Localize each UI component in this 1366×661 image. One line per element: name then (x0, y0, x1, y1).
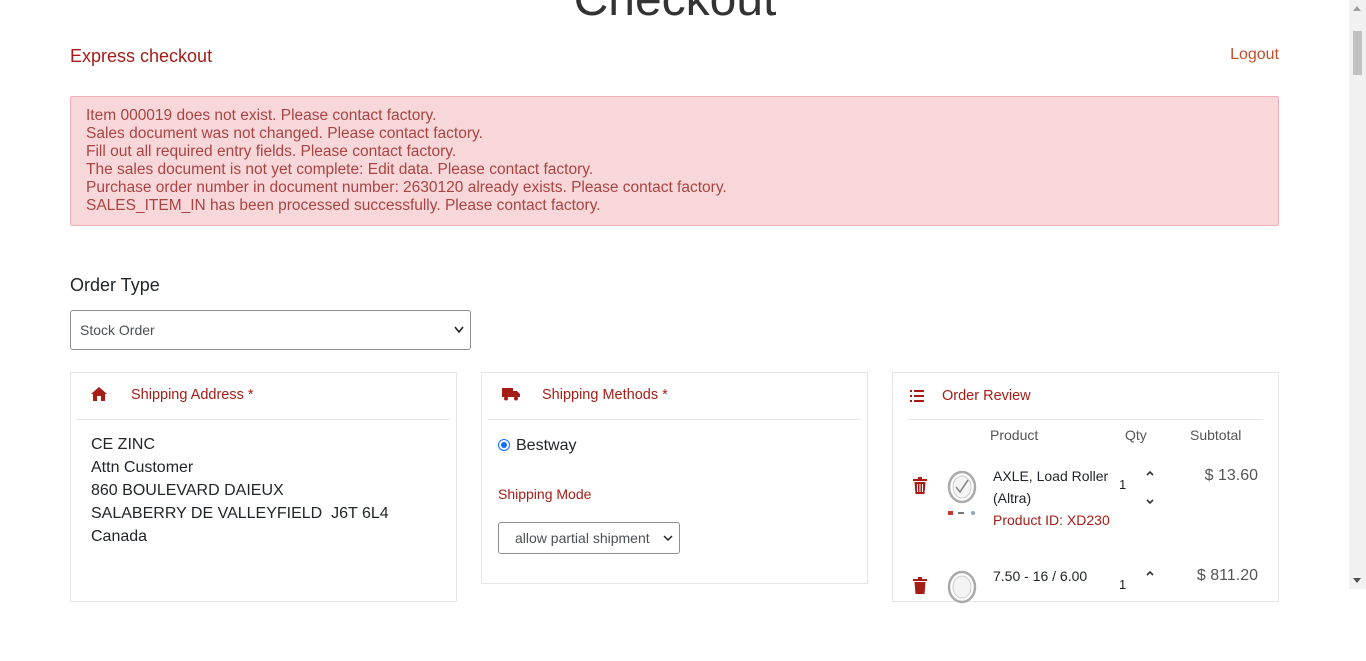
product-thumbnail (946, 567, 980, 611)
alert-message: Purchase order number in document number… (86, 179, 727, 196)
order-type-label: Order Type (70, 275, 160, 295)
alert-message: Fill out all required entry fields. Plea… (86, 143, 457, 160)
product-id: Product ID: XD230 (993, 512, 1110, 528)
address-line: SALABERRY DE VALLEYFIELD J6T 6L4 (91, 505, 389, 522)
card-header: Order Review (908, 373, 1263, 420)
alert-message: The sales document is not yet complete: … (86, 161, 594, 178)
express-checkout-heading: Express checkout (70, 46, 213, 66)
chevron-up-icon[interactable] (1145, 463, 1155, 491)
shipping-mode-select[interactable]: allow partial shipment (498, 522, 680, 554)
qty-value[interactable]: 1 (1119, 477, 1126, 492)
page-title: Checkout (0, 0, 1350, 24)
address-line: CE ZINC (91, 436, 155, 453)
trash-icon[interactable] (913, 477, 927, 499)
qty-stepper[interactable] (1145, 463, 1155, 519)
shipping-address-text: CE ZINC Attn Customer 860 BOULEVARD DAIE… (91, 433, 389, 548)
chevron-down-icon (663, 523, 673, 565)
scroll-up-arrow[interactable] (1353, 6, 1361, 11)
chevron-down-icon (454, 311, 464, 364)
column-header-qty: Qty (1125, 427, 1147, 443)
scroll-thumb[interactable] (1353, 31, 1362, 75)
shipping-methods-card: Shipping Methods * Bestway Shipping Mode… (481, 372, 868, 584)
logout-link[interactable]: Logout (1230, 46, 1279, 64)
list-item: AXLE, Load Roller (Altra) Product ID: XD… (893, 461, 1278, 561)
shipping-methods-title: Shipping Methods * (542, 387, 668, 403)
qty-stepper[interactable] (1145, 563, 1155, 591)
alert-message: SALES_ITEM_IN has been processed success… (86, 197, 601, 214)
product-thumbnail (946, 467, 980, 515)
home-icon (91, 387, 107, 406)
vertical-scrollbar[interactable] (1349, 0, 1366, 589)
order-review-title: Order Review (942, 388, 1031, 404)
order-review-card: Order Review Product Qty Subtotal AXLE, … (892, 372, 1279, 604)
card-header: Shipping Methods * (488, 373, 861, 420)
alert-message: Item 000019 does not exist. Please conta… (86, 107, 437, 124)
truck-icon (502, 387, 520, 406)
radio-button[interactable] (498, 439, 510, 451)
column-header-subtotal: Subtotal (1190, 427, 1242, 443)
scroll-down-arrow[interactable] (1353, 578, 1361, 583)
chevron-down-icon[interactable] (1145, 491, 1155, 519)
shipping-option-bestway[interactable]: Bestway (498, 437, 576, 455)
product-name[interactable]: AXLE, Load Roller (Altra) (993, 465, 1113, 509)
shipping-option-label: Bestway (516, 437, 577, 454)
qty-value[interactable]: 1 (1119, 577, 1126, 592)
alert-message: Sales document was not changed. Please c… (86, 125, 483, 142)
list-item: 7.50 - 16 / 6.00 1 $ 811.20 (893, 561, 1278, 661)
item-subtotal: $ 811.20 (1196, 567, 1258, 584)
shipping-address-title: Shipping Address * (131, 387, 254, 403)
order-type-selected-value: Stock Order (80, 322, 155, 338)
trash-icon[interactable] (913, 577, 927, 599)
address-line: 860 BOULEVARD DAIEUX (91, 482, 284, 499)
error-alert: Item 000019 does not exist. Please conta… (70, 96, 1279, 226)
shipping-address-card: Shipping Address * CE ZINC Attn Customer… (70, 372, 457, 602)
column-header-product: Product (990, 427, 1039, 443)
card-header: Shipping Address * (77, 373, 450, 420)
product-name[interactable]: 7.50 - 16 / 6.00 (993, 565, 1113, 587)
chevron-up-icon[interactable] (1145, 563, 1155, 591)
address-line: Canada (91, 528, 148, 545)
shipping-mode-label: Shipping Mode (498, 486, 592, 502)
shipping-mode-selected-value: allow partial shipment (515, 530, 650, 546)
list-icon (910, 389, 924, 407)
order-type-select[interactable]: Stock Order (70, 310, 471, 350)
item-subtotal: $ 13.60 (1204, 467, 1258, 484)
address-line: Attn Customer (91, 459, 194, 476)
